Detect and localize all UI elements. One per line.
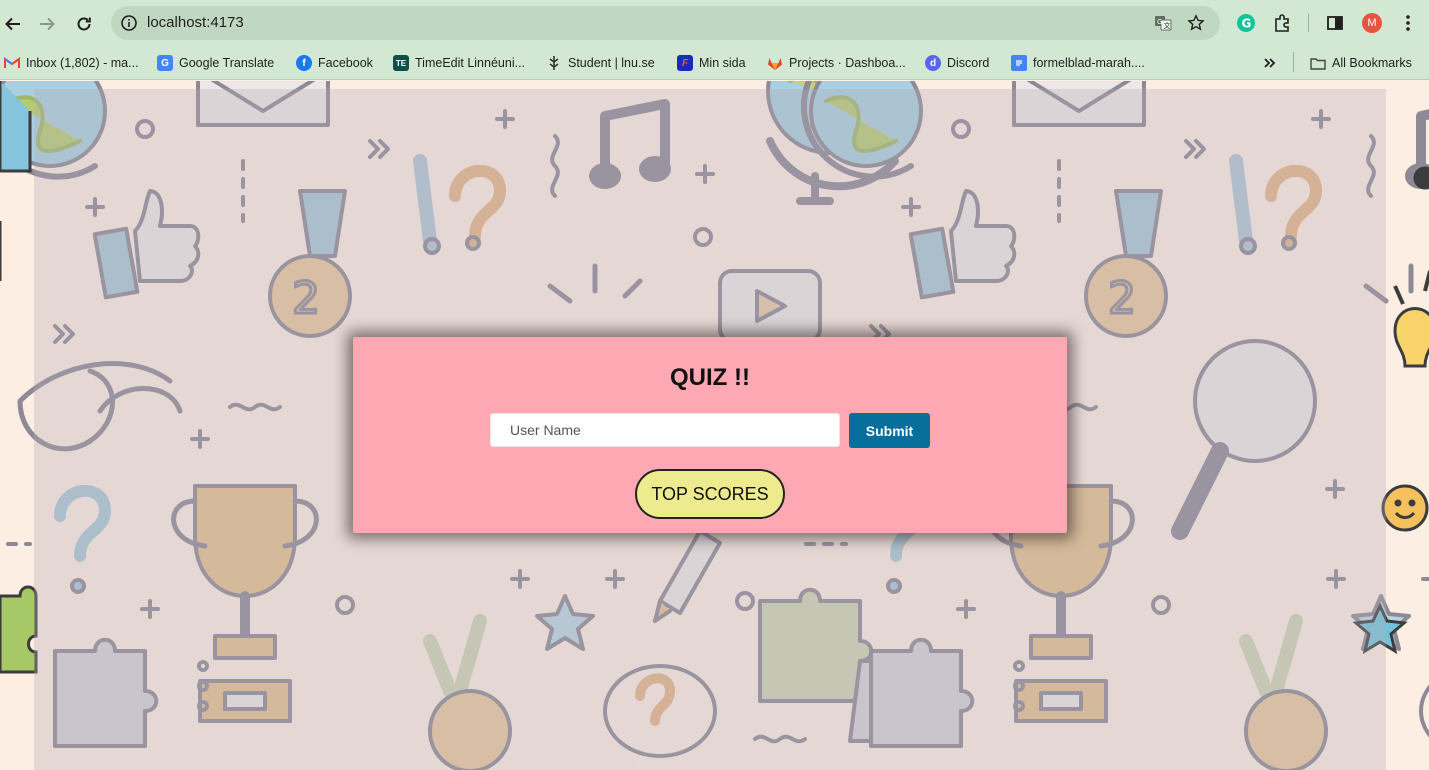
extensions-icon[interactable] — [1271, 11, 1295, 35]
svg-text:文: 文 — [1164, 21, 1171, 30]
bookmark-gmail[interactable]: Inbox (1,802) - ma... — [4, 52, 139, 74]
svg-text:G: G — [1157, 18, 1162, 26]
url-text[interactable]: localhost:4173 — [147, 14, 244, 31]
bookmark-label: Min sida — [699, 56, 746, 70]
quiz-card: QUIZ !! Submit TOP SCORES — [353, 337, 1067, 533]
username-input[interactable] — [490, 413, 840, 447]
bookmark-star-icon[interactable] — [1186, 13, 1206, 33]
translate-icon[interactable]: G文 — [1153, 13, 1173, 33]
folder-icon — [1310, 55, 1326, 71]
google-docs-icon — [1011, 55, 1027, 71]
address-bar[interactable]: localhost:4173 G文 — [111, 6, 1220, 40]
gmail-icon — [4, 55, 20, 71]
all-bookmarks-button[interactable]: All Bookmarks — [1310, 52, 1412, 74]
site-info-icon[interactable] — [119, 13, 139, 33]
bookmark-min-sida[interactable]: F Min sida — [677, 52, 746, 74]
google-translate-icon: G — [157, 55, 173, 71]
back-icon[interactable] — [0, 11, 26, 37]
bookmark-label: Google Translate — [179, 56, 275, 70]
bookmark-label: Inbox (1,802) - ma... — [26, 56, 139, 70]
bookmarks-bar: Inbox (1,802) - ma... G Google Translate… — [0, 46, 1429, 80]
grammarly-icon[interactable]: G — [1234, 11, 1258, 35]
profile-initial: M — [1362, 13, 1382, 33]
page-viewport: 2 — [0, 81, 1429, 770]
bookmark-timeedit[interactable]: TE TimeEdit Linnéuni... — [393, 52, 525, 74]
bookmark-google-translate[interactable]: G Google Translate — [157, 52, 274, 74]
bookmark-label: TimeEdit Linnéuni... — [415, 56, 526, 70]
bookmarks-divider — [1293, 52, 1294, 72]
bookmark-label: formelblad-marah.... — [1033, 56, 1145, 70]
browser-toolbar: localhost:4173 G文 G M — [0, 0, 1429, 46]
toolbar-divider — [1308, 14, 1309, 32]
more-bookmarks-icon[interactable] — [1263, 52, 1277, 74]
side-panel-icon[interactable] — [1323, 11, 1347, 35]
svg-text:G: G — [1242, 17, 1252, 31]
bookmark-label: Facebook — [318, 56, 373, 70]
profile-avatar[interactable]: M — [1360, 11, 1384, 35]
bookmark-label: Student | lnu.se — [568, 56, 655, 70]
reload-icon[interactable] — [71, 11, 97, 37]
submit-button[interactable]: Submit — [849, 413, 930, 448]
discord-icon: d — [925, 55, 941, 71]
bookmark-label: Projects · Dashboa... — [789, 56, 906, 70]
bookmark-lnu[interactable]: Student | lnu.se — [546, 52, 655, 74]
facebook-icon: f — [296, 55, 312, 71]
timeedit-icon: TE — [393, 55, 409, 71]
lnu-icon — [546, 55, 562, 71]
bookmark-gitlab[interactable]: Projects · Dashboa... — [767, 52, 906, 74]
quiz-title: QUIZ !! — [670, 364, 750, 391]
all-bookmarks-label: All Bookmarks — [1332, 56, 1412, 70]
bookmark-facebook[interactable]: f Facebook — [296, 52, 373, 74]
bookmark-formelblad[interactable]: formelblad-marah.... — [1011, 52, 1145, 74]
gitlab-icon — [767, 55, 783, 71]
more-menu-icon[interactable] — [1396, 11, 1420, 35]
top-scores-button[interactable]: TOP SCORES — [635, 469, 785, 519]
minsida-icon: F — [677, 55, 693, 71]
forward-icon[interactable] — [34, 11, 60, 37]
bookmark-label: Discord — [947, 56, 990, 70]
bookmark-discord[interactable]: d Discord — [925, 52, 989, 74]
